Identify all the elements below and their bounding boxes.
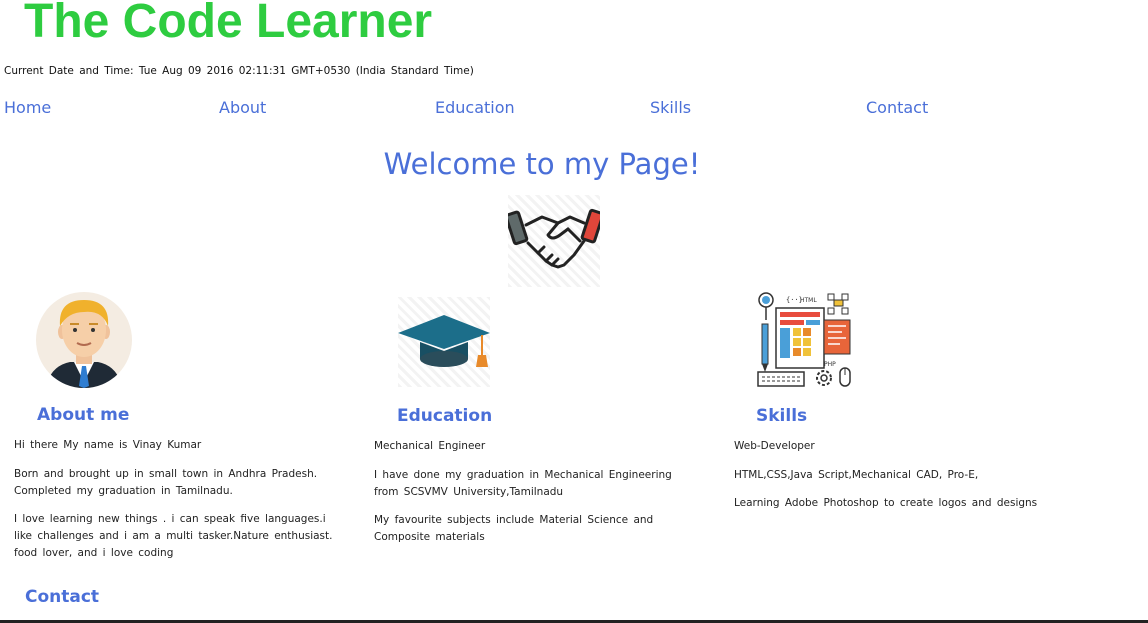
welcome-heading: Welcome to my Page! [383,147,701,181]
handshake-icon [504,195,605,287]
nav-home[interactable]: Home [4,98,51,117]
about-paragraph: I love learning new things . i can speak… [14,513,333,559]
about-paragraph: Born and brought up in small town in And… [14,468,318,497]
about-heading: About me [37,405,130,425]
current-datetime: Current Date and Time: Tue Aug 09 2016 0… [4,65,474,77]
nav-about[interactable]: About [219,98,266,117]
nav-skills[interactable]: Skills [650,98,691,117]
education-paragraph: I have done my graduation in Mechanical … [374,469,672,498]
web-development-icon: HTML {··} PHP [756,292,854,390]
php-label: PHP [824,361,836,368]
site-logo: The Code Learner [24,0,433,48]
svg-text:{··}: {··} [786,296,803,304]
about-paragraph: Hi there My name is Vinay Kumar [14,439,202,451]
nav-contact[interactable]: Contact [866,98,928,117]
skills-paragraph: Web-Developer [734,440,815,452]
skills-paragraph: HTML,CSS,Java Script,Mechanical CAD, Pro… [734,469,979,481]
skills-paragraph: Learning Adobe Photoshop to create logos… [734,497,1038,509]
education-paragraph: Mechanical Engineer [374,440,486,452]
education-paragraph: My favourite subjects include Material S… [374,514,654,543]
education-heading: Education [397,406,493,426]
graduation-cap-icon [398,297,490,387]
skills-heading: Skills [756,406,808,426]
contact-heading: Contact [25,587,100,607]
nav-education[interactable]: Education [435,98,515,117]
avatar-icon [36,292,132,388]
